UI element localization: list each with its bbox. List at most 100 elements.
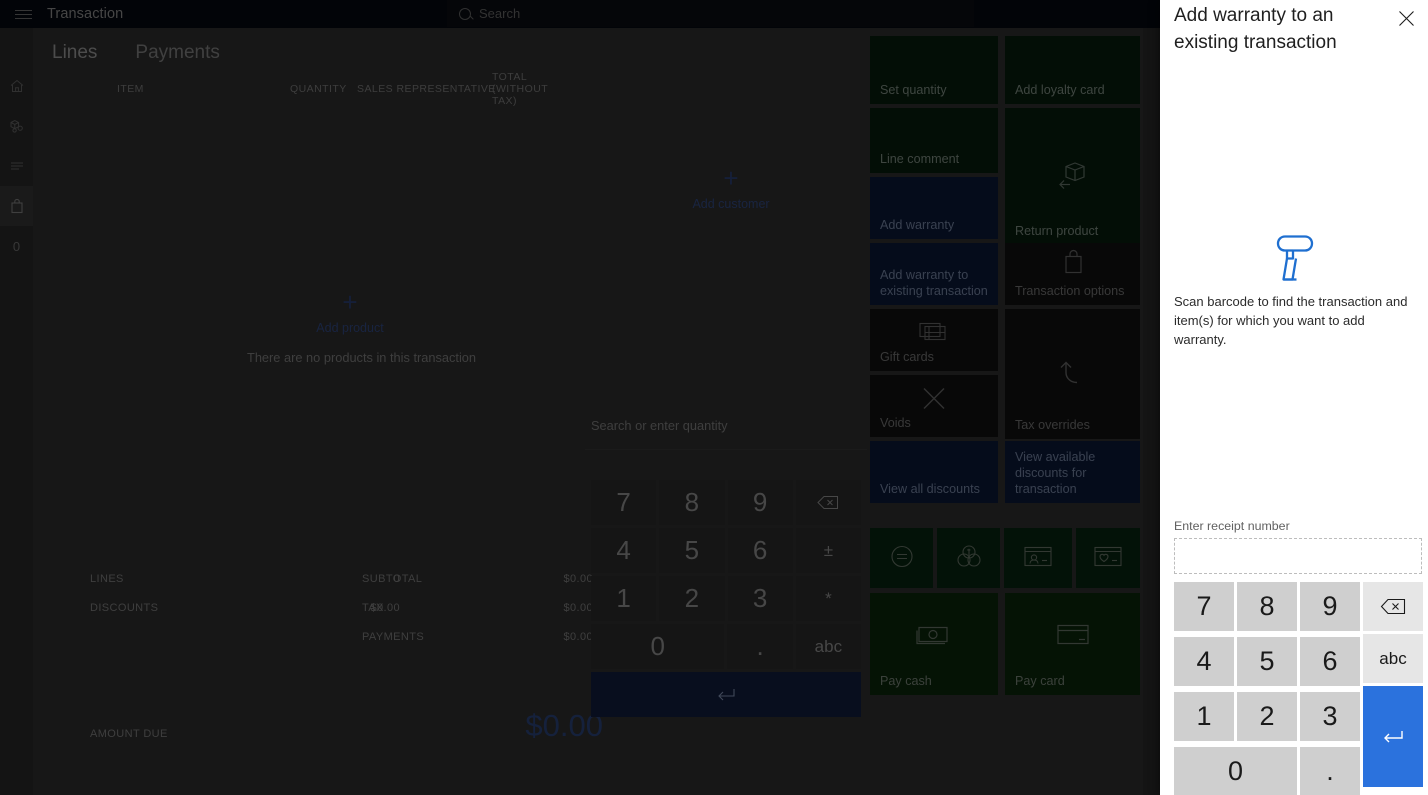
keypad-3[interactable]: 3 [727,576,793,621]
keypad-backspace[interactable] [795,480,861,525]
search-or-quantity-input[interactable]: Search or enter quantity [585,416,867,450]
credit-card-icon [1005,622,1140,649]
search-input[interactable]: Search [447,0,974,27]
price-check-icon [870,544,933,573]
payments-label: PAYMENTS [362,631,425,643]
empty-transaction-message: There are no products in this transactio… [247,350,477,365]
keypad-asterisk[interactable]: * [795,576,861,621]
column-header-quantity: QUANTITY [290,83,347,95]
discounts-label: DISCOUNTS [90,602,159,614]
plus-icon: + [342,287,358,317]
panel-keypad-0[interactable]: 0 [1174,747,1297,795]
sidebar-item-lines[interactable] [0,146,33,186]
tile-pay-card[interactable]: Pay card [1005,593,1140,695]
tile-transaction-options[interactable]: Transaction options [1005,243,1140,305]
tile-gift-cards[interactable]: Gift cards [870,309,998,371]
tab-lines[interactable]: Lines [52,42,97,64]
loyalty-card-icon [1076,546,1140,571]
payments-value: $0.00 [563,631,593,643]
keypad-4[interactable]: 4 [591,528,657,573]
left-navigation-rail: 0 [0,28,33,795]
tile-label: View all discounts [880,482,980,496]
panel-keypad-2[interactable]: 2 [1237,692,1297,741]
sidebar-item-cart[interactable] [0,186,33,226]
x-icon [870,384,998,415]
keypad-enter[interactable] [591,672,861,717]
tab-payments[interactable]: Payments [135,42,219,64]
tile-label: Tax overrides [1015,418,1090,432]
scan-instruction-text: Scan barcode to find the transaction and… [1174,294,1408,347]
add-product-button[interactable]: + Add product [315,287,385,335]
sidebar-item-home[interactable] [0,66,33,106]
search-placeholder: Search [479,6,521,21]
tile-return-product[interactable]: Return product [1005,108,1140,245]
panel-keypad-4[interactable]: 4 [1174,637,1234,686]
keypad-6[interactable]: 6 [727,528,793,573]
return-box-icon [1005,159,1140,194]
panel-keypad-1[interactable]: 1 [1174,692,1234,741]
panel-keypad-3[interactable]: 3 [1300,692,1360,741]
pane-tabs: Lines Payments [52,42,220,64]
tile-view-available-discounts[interactable]: View available discounts for transaction [1005,441,1140,503]
tile-currency[interactable] [937,528,1000,588]
panel-keypad-decimal[interactable]: . [1300,747,1360,795]
keypad-decimal[interactable]: . [727,624,793,669]
panel-keypad-abc[interactable]: abc [1363,634,1423,683]
search-or-quantity-placeholder: Search or enter quantity [591,418,728,433]
tile-add-loyalty-card[interactable]: Add loyalty card [1005,36,1140,104]
add-product-label: Add product [316,321,384,335]
keypad-5[interactable]: 5 [659,528,725,573]
column-header-total: TOTAL (WITHOUT TAX) [492,71,548,107]
enter-icon [718,688,735,700]
search-icon [459,7,471,20]
panel-keypad-5[interactable]: 5 [1237,637,1297,686]
barcode-scanner-icon [1276,235,1314,281]
shopping-bag-icon [1005,249,1140,280]
tile-line-comment[interactable]: Line comment [870,108,998,173]
close-icon[interactable] [1392,4,1420,32]
tile-label: Add warranty [880,218,955,232]
pos-screen: Transaction Search 0 Lines Payments ITEM… [0,0,1428,795]
page-title: Transaction [47,6,124,22]
tile-voids[interactable]: Voids [870,375,998,437]
keypad-9[interactable]: 9 [727,480,793,525]
tile-add-warranty-to-existing-transaction[interactable]: Add warranty to existing transaction [870,243,998,305]
tile-label: Pay cash [880,674,932,688]
keypad-2[interactable]: 2 [659,576,725,621]
amount-due-value: $0.00 [525,708,603,743]
column-header-sales-representative: SALES REPRESENTATIVE [357,83,496,95]
tile-loyalty-card[interactable] [1076,528,1140,588]
keypad-7[interactable]: 7 [591,480,657,525]
tile-label: Add warranty to existing transaction [880,268,988,298]
subtotal-label: SUBTOTAL [362,573,423,585]
keypad-0[interactable]: 0 [591,624,725,669]
panel-keypad-backspace[interactable] [1363,582,1423,631]
add-customer-button[interactable]: + Add customer [691,165,771,211]
barcode-scanner-illustration [1160,232,1428,289]
customer-card-icon [1004,546,1072,571]
receipt-number-input[interactable] [1174,538,1422,574]
keypad-plusminus[interactable]: ± [795,528,861,573]
tile-customer-card[interactable] [1004,528,1072,588]
panel-keypad-8[interactable]: 8 [1237,582,1297,631]
panel-keypad-7[interactable]: 7 [1174,582,1234,631]
panel-keypad-9[interactable]: 9 [1300,582,1360,631]
tile-add-warranty[interactable]: Add warranty [870,177,998,239]
tile-pay-cash[interactable]: Pay cash [870,593,998,695]
tile-label: Transaction options [1015,284,1125,298]
keypad-abc[interactable]: abc [795,624,862,669]
tile-label: Pay card [1015,674,1065,688]
tile-price-check[interactable] [870,528,933,588]
keypad-8[interactable]: 8 [659,480,725,525]
keypad-1[interactable]: 1 [591,576,657,621]
panel-keypad-6[interactable]: 6 [1300,637,1360,686]
tile-tax-overrides[interactable]: Tax overrides [1005,309,1140,439]
undo-arrow-icon [1005,357,1140,392]
receipt-number-label: Enter receipt number [1174,519,1290,533]
hamburger-icon[interactable] [6,9,40,19]
tile-view-all-discounts[interactable]: View all discounts [870,441,998,503]
tile-set-quantity[interactable]: Set quantity [870,36,998,104]
sidebar-item-products[interactable] [0,106,33,146]
panel-keypad-enter[interactable] [1363,686,1423,787]
tax-label: TAX [362,602,384,614]
